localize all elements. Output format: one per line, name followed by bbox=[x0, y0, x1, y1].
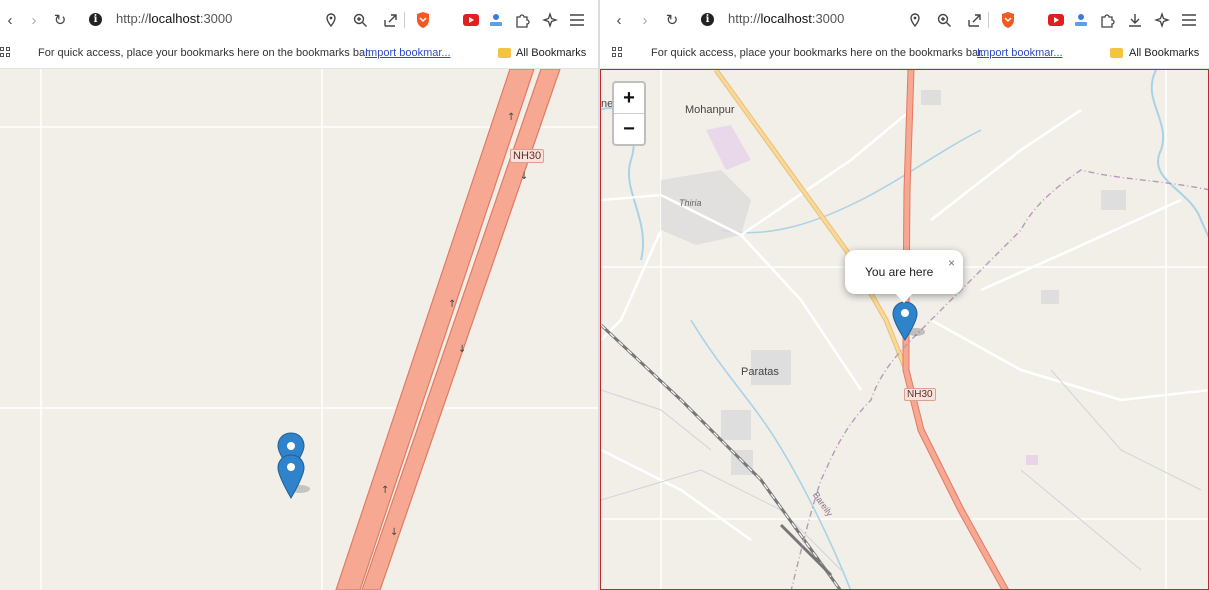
svg-text:↓: ↓ bbox=[520, 171, 528, 182]
bookmarks-prompt: For quick access, place your bookmarks h… bbox=[651, 47, 985, 59]
url-prefix: http:// bbox=[728, 11, 761, 26]
reload-icon[interactable]: ↻ bbox=[50, 10, 70, 30]
map-tiles: ↑ ↓ ↑ ↓ ↑ ↓ bbox=[0, 69, 598, 590]
url-prefix: http:// bbox=[116, 11, 149, 26]
close-icon[interactable]: × bbox=[948, 256, 955, 270]
toolbar: ‹ › ↻ i http://localhost:3000 bbox=[0, 0, 598, 40]
map-tiles bbox=[601, 70, 1208, 589]
location-icon[interactable] bbox=[905, 10, 925, 30]
map-marker-icon[interactable] bbox=[892, 301, 925, 341]
url-port: :3000 bbox=[199, 11, 233, 26]
chevron-left-icon[interactable]: ‹ bbox=[0, 10, 20, 30]
url-port: :3000 bbox=[811, 11, 845, 26]
popup-text: You are here bbox=[865, 265, 934, 279]
svg-text:↑: ↑ bbox=[381, 485, 389, 496]
leo-ai-icon[interactable] bbox=[540, 10, 560, 30]
map-canvas[interactable]: Mohanpur Thiria Paratas ne Bareily NH30 … bbox=[600, 69, 1209, 590]
zoom-icon[interactable] bbox=[350, 10, 370, 30]
brave-shield-icon[interactable] bbox=[413, 10, 433, 30]
bookmarks-bar: For quick access, place your bookmarks h… bbox=[600, 40, 1209, 69]
zoom-control: + − bbox=[612, 81, 646, 146]
info-icon[interactable]: i bbox=[701, 13, 714, 26]
share-icon[interactable] bbox=[964, 10, 984, 30]
chevron-left-icon[interactable]: ‹ bbox=[609, 10, 629, 30]
youtube-extension-icon[interactable] bbox=[1046, 10, 1066, 30]
youtube-extension-icon[interactable] bbox=[461, 10, 481, 30]
brave-shield-icon[interactable] bbox=[998, 10, 1018, 30]
place-label-paratas: Paratas bbox=[741, 366, 779, 378]
menu-icon[interactable] bbox=[1179, 10, 1199, 30]
popup-tip bbox=[895, 293, 913, 303]
place-label-mohanpur: Mohanpur bbox=[685, 104, 735, 116]
zoom-in-button[interactable]: + bbox=[614, 83, 644, 114]
chevron-right-icon[interactable]: › bbox=[24, 10, 44, 30]
road-shield-nh30: NH30 bbox=[904, 388, 936, 401]
extension-icon[interactable] bbox=[1071, 10, 1091, 30]
map-canvas[interactable]: ↑ ↓ ↑ ↓ ↑ ↓ NH30 bbox=[0, 69, 598, 590]
folder-icon bbox=[498, 48, 511, 58]
info-icon[interactable]: i bbox=[89, 13, 102, 26]
apps-grid-icon[interactable] bbox=[612, 47, 624, 59]
extension-icon[interactable] bbox=[486, 10, 506, 30]
import-bookmarks-link[interactable]: Import bookmar... bbox=[365, 47, 451, 59]
left-browser-window: ‹ › ↻ i http://localhost:3000 For quick … bbox=[0, 0, 598, 590]
folder-icon bbox=[1110, 48, 1123, 58]
toolbar-divider bbox=[404, 12, 405, 28]
bookmarks-bar: For quick access, place your bookmarks h… bbox=[0, 40, 598, 69]
toolbar-divider bbox=[988, 12, 989, 28]
address-bar[interactable]: http://localhost:3000 bbox=[116, 11, 232, 26]
svg-text:↑: ↑ bbox=[448, 299, 456, 310]
leo-ai-icon[interactable] bbox=[1152, 10, 1172, 30]
apps-grid-icon[interactable] bbox=[0, 47, 12, 59]
bookmarks-prompt: For quick access, place your bookmarks h… bbox=[38, 47, 372, 59]
marker-popup: You are here × bbox=[845, 250, 963, 303]
address-bar[interactable]: http://localhost:3000 bbox=[728, 11, 844, 26]
download-icon[interactable] bbox=[1125, 10, 1145, 30]
puzzle-icon[interactable] bbox=[1097, 10, 1117, 30]
location-icon[interactable] bbox=[321, 10, 341, 30]
zoom-icon[interactable] bbox=[934, 10, 954, 30]
toolbar: ‹ › ↻ i http://localhost:3000 bbox=[600, 0, 1209, 40]
place-label-thiria: Thiria bbox=[679, 198, 702, 208]
url-host: localhost bbox=[760, 11, 812, 26]
puzzle-icon[interactable] bbox=[512, 10, 532, 30]
url-host: localhost bbox=[148, 11, 200, 26]
svg-text:↓: ↓ bbox=[390, 527, 398, 538]
all-bookmarks-button[interactable]: All Bookmarks bbox=[516, 47, 586, 59]
road-shield-nh30: NH30 bbox=[510, 149, 545, 163]
menu-icon[interactable] bbox=[567, 10, 587, 30]
zoom-out-button[interactable]: − bbox=[614, 114, 644, 144]
reload-icon[interactable]: ↻ bbox=[662, 10, 682, 30]
all-bookmarks-button[interactable]: All Bookmarks bbox=[1129, 47, 1199, 59]
right-browser-window: ‹ › ↻ i http://localhost:3000 For quick … bbox=[600, 0, 1209, 590]
svg-text:↑: ↑ bbox=[507, 112, 515, 123]
import-bookmarks-link[interactable]: Import bookmar... bbox=[977, 47, 1063, 59]
share-icon[interactable] bbox=[380, 10, 400, 30]
svg-text:↓: ↓ bbox=[458, 344, 466, 355]
chevron-right-icon[interactable]: › bbox=[635, 10, 655, 30]
